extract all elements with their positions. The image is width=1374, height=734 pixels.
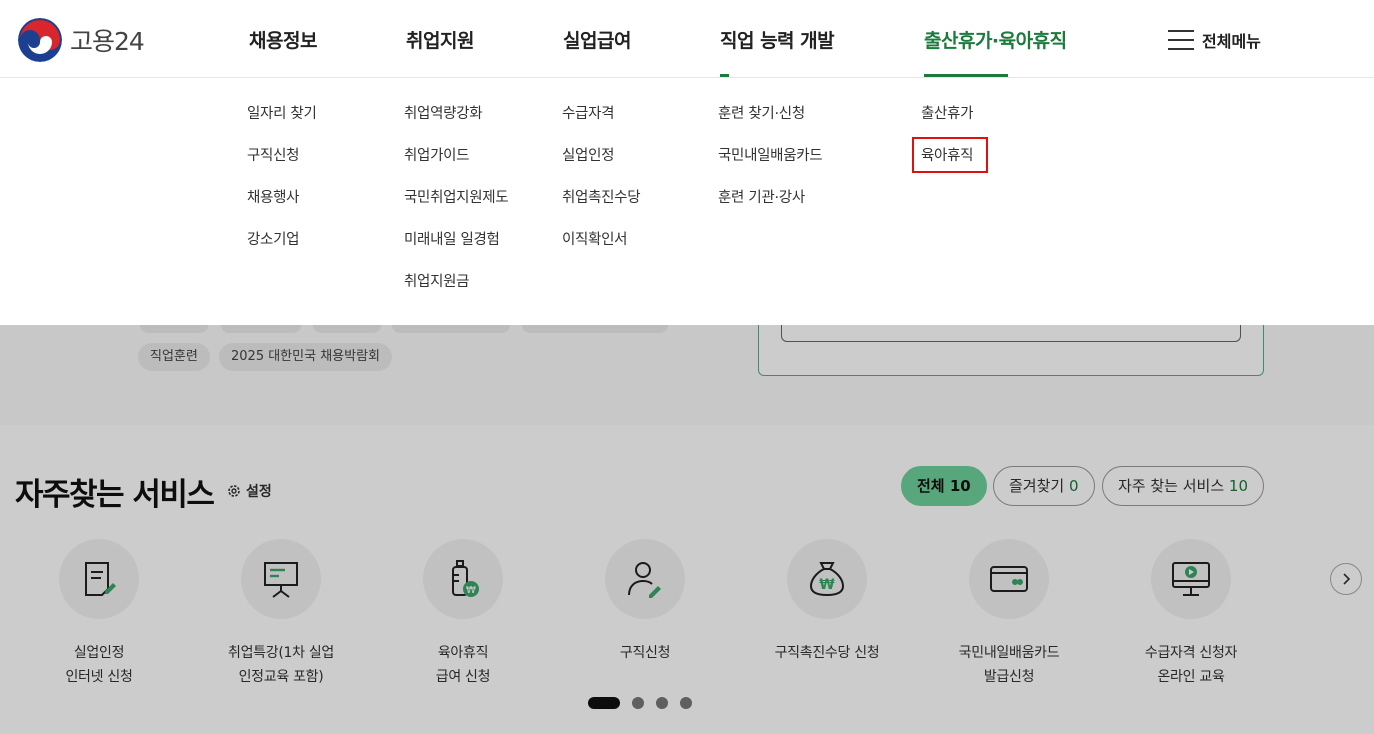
service-icon-circle — [241, 539, 321, 619]
mega-col-skill-development: 훈련 찾기·신청 국민내일배움카드 훈련 기관·강사 — [718, 104, 823, 230]
service-item[interactable]: 실업인정 인터넷 신청 — [19, 539, 179, 689]
keyword-area: 직업훈련 2025 대한민국 채용박람회 — [0, 315, 1374, 425]
logo-text: 고용24 — [70, 27, 145, 56]
all-menu-button[interactable]: 전체메뉴 — [1168, 28, 1261, 52]
menu-link[interactable]: 훈련 기관·강사 — [718, 188, 822, 230]
menu-link[interactable]: 훈련 찾기·신청 — [718, 104, 822, 146]
service-label: 실업인정 인터넷 신청 — [65, 645, 133, 685]
service-icon-circle — [969, 539, 1049, 619]
carousel-next-button[interactable] — [1330, 563, 1362, 595]
document-edit-icon — [85, 562, 116, 596]
gnb-label: 실업급여 — [563, 30, 631, 52]
service-label: 수급자격 신청자 온라인 교육 — [1144, 645, 1238, 685]
service-label: 육아휴직 급여 신청 — [435, 645, 491, 685]
menu-link[interactable]: 수급자격 — [562, 104, 640, 146]
svg-text:₩: ₩ — [819, 577, 835, 593]
money-bag-won-icon: ₩ — [809, 562, 845, 597]
section-title: 자주찾는 서비스 — [15, 477, 215, 513]
baby-bottle-won-icon: ₩ — [452, 560, 479, 597]
keyword-chip[interactable]: 2025 대한민국 채용박람회 — [219, 343, 392, 371]
menu-link-maternity-leave[interactable]: 출산휴가 — [921, 104, 973, 146]
person-edit-icon — [628, 562, 661, 598]
presentation-board-icon — [264, 562, 298, 598]
menu-link[interactable]: 이직확인서 — [562, 230, 640, 272]
menu-link[interactable]: 강소기업 — [247, 230, 317, 272]
gnb-item-jobs[interactable]: 채용정보 — [249, 26, 317, 53]
settings-label: 설정 — [246, 484, 272, 500]
service-icon-circle: ₩ — [423, 539, 503, 619]
menu-link[interactable]: 취업촉진수당 — [562, 188, 641, 230]
mega-col-jobs: 일자리 찾기 구직신청 채용행사 강소기업 — [247, 104, 317, 272]
all-menu-label: 전체메뉴 — [1202, 32, 1261, 51]
gnb-label: 취업지원 — [406, 30, 474, 52]
service-label: 취업특강(1차 실업 인정교육 포함) — [228, 645, 334, 685]
menu-link[interactable]: 구직신청 — [247, 146, 317, 188]
service-item[interactable]: ₩ 구직촉진수당 신청 — [747, 539, 907, 665]
service-icon-circle — [605, 539, 685, 619]
service-label: 구직촉진수당 신청 — [774, 645, 880, 661]
page-body: 직업훈련 2025 대한민국 채용박람회 자주찾는 서비스 설정 전체 10 즐… — [0, 315, 1374, 734]
service-item[interactable]: 수급자격 신청자 온라인 교육 — [1111, 539, 1271, 689]
filter-all[interactable]: 전체 10 — [901, 466, 987, 506]
gnb-partial-underline — [720, 74, 729, 77]
svg-text:₩: ₩ — [466, 585, 476, 596]
credit-card-icon — [990, 566, 1028, 592]
service-item[interactable]: 취업특강(1차 실업 인정교육 포함) — [201, 539, 361, 689]
gnb-active-underline — [924, 74, 1008, 77]
site-header: 고용24 채용정보 취업지원 실업급여 직업 능력 개발 출산휴가·육아휴직 전… — [0, 0, 1374, 78]
gnb-item-skill-development[interactable]: 직업 능력 개발 — [720, 26, 835, 77]
menu-link[interactable]: 취업가이드 — [404, 146, 508, 188]
taegeuk-logo-icon — [18, 18, 62, 62]
gnb-item-employment-support[interactable]: 취업지원 — [406, 26, 474, 53]
menu-link[interactable]: 미래내일 일경험 — [404, 230, 508, 272]
carousel-pagination — [588, 697, 692, 709]
service-icon-circle — [59, 539, 139, 619]
service-label: 구직신청 — [619, 645, 671, 661]
frequent-services-section: 자주찾는 서비스 설정 전체 10 즐겨찾기 0 자주 찾는 서비스 10 실업… — [0, 425, 1374, 734]
mega-col-maternity-parental-leave: 출산휴가 육아휴직 — [921, 104, 973, 188]
keyword-chip[interactable]: 직업훈련 — [138, 343, 210, 371]
filter-count: 10 — [1228, 477, 1249, 495]
filter-frequent[interactable]: 자주 찾는 서비스 10 — [1102, 466, 1265, 506]
service-icon-circle: ₩ — [787, 539, 867, 619]
gnb-item-unemployment-benefit[interactable]: 실업급여 — [563, 26, 631, 53]
filter-label: 즐겨찾기 — [1009, 477, 1065, 495]
hamburger-icon — [1168, 30, 1194, 50]
mega-col-employment-support: 취업역량강화 취업가이드 국민취업지원제도 미래내일 일경험 취업지원금 — [404, 104, 509, 314]
gear-icon — [228, 485, 240, 497]
menu-link[interactable]: 취업지원금 — [404, 272, 508, 314]
service-icon-circle — [1151, 539, 1231, 619]
monitor-play-icon — [1172, 562, 1210, 596]
mega-menu-dropdown: 일자리 찾기 구직신청 채용행사 강소기업 취업역량강화 취업가이드 국민취업지… — [0, 78, 1374, 325]
gnb-label: 직업 능력 개발 — [720, 30, 835, 52]
filter-label: 자주 찾는 서비스 — [1118, 477, 1225, 495]
menu-link[interactable]: 실업인정 — [562, 146, 640, 188]
filter-count: 10 — [949, 477, 971, 495]
service-label: 국민내일배움카드 발급신청 — [958, 645, 1060, 685]
service-item[interactable]: 구직신청 — [565, 539, 725, 665]
chevron-right-icon — [1343, 573, 1351, 585]
menu-link[interactable]: 취업역량강화 — [404, 104, 508, 146]
settings-button[interactable]: 설정 — [226, 481, 272, 501]
menu-link[interactable]: 국민취업지원제도 — [404, 188, 509, 230]
pagination-dot-active[interactable] — [588, 697, 620, 709]
menu-link[interactable]: 국민내일배움카드 — [718, 146, 823, 188]
menu-link[interactable]: 일자리 찾기 — [247, 104, 317, 146]
gnb-label: 출산휴가·육아휴직 — [924, 30, 1067, 52]
gnb-label: 채용정보 — [249, 30, 317, 52]
mega-col-unemployment-benefit: 수급자격 실업인정 취업촉진수당 이직확인서 — [562, 104, 641, 272]
gnb-item-maternity-parental-leave[interactable]: 출산휴가·육아휴직 — [924, 26, 1067, 77]
pagination-dot[interactable] — [680, 697, 692, 709]
service-item[interactable]: ₩ 육아휴직 급여 신청 — [383, 539, 543, 689]
menu-link[interactable]: 채용행사 — [247, 188, 317, 230]
filter-label: 전체 — [917, 477, 945, 495]
filter-count: 0 — [1068, 477, 1079, 495]
filter-favorites[interactable]: 즐겨찾기 0 — [993, 466, 1095, 506]
service-item[interactable]: 국민내일배움카드 발급신청 — [929, 539, 1089, 689]
pagination-dot[interactable] — [656, 697, 668, 709]
pagination-dot[interactable] — [632, 697, 644, 709]
site-logo[interactable]: 고용24 — [18, 18, 145, 62]
menu-link-parental-leave[interactable]: 육아휴직 — [921, 146, 973, 188]
